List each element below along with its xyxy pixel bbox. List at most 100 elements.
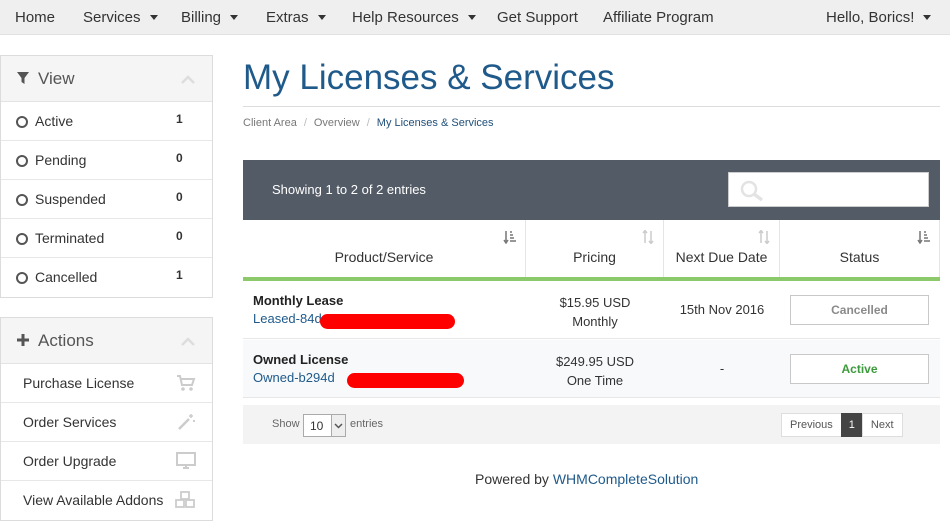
nav-help-label: Help Resources	[352, 9, 459, 26]
view-filter-active[interactable]: Active 1	[1, 102, 212, 141]
length-entries-label: entries	[350, 418, 384, 430]
filter-count: 0	[176, 151, 183, 165]
filter-label: Active	[35, 113, 74, 129]
caret-down-icon	[149, 14, 158, 20]
pagination-previous[interactable]: Previous	[781, 413, 842, 437]
pagination: Previous 1 Next	[781, 413, 903, 437]
product-cell: Owned License Owned-b294d	[253, 352, 348, 385]
breadcrumb-separator: /	[303, 117, 307, 129]
filter-label: Suspended	[35, 191, 106, 207]
radio-icon	[16, 116, 28, 128]
nav-extras-label: Extras	[266, 9, 309, 26]
column-label: Pricing	[573, 249, 616, 265]
action-purchase-license[interactable]: Purchase License	[1, 364, 212, 403]
filter-count: 1	[176, 268, 183, 282]
table-search-input[interactable]	[728, 172, 929, 207]
column-label: Product/Service	[334, 249, 434, 265]
powered-by-footer: Powered by WHMCompleteSolution	[0, 471, 950, 487]
nav-affiliate-program[interactable]: Affiliate Program	[603, 0, 714, 35]
chevron-up-icon[interactable]	[180, 334, 196, 350]
nav-help-resources[interactable]: Help Resources	[352, 0, 476, 35]
cart-icon	[176, 374, 196, 395]
radio-icon	[16, 194, 28, 206]
column-next-due-date[interactable]: Next Due Date	[664, 220, 780, 277]
pricing-cell: $249.95 USD One Time	[526, 352, 664, 390]
breadcrumb-separator: /	[366, 117, 370, 129]
redaction-mark	[347, 373, 464, 388]
product-domain-link[interactable]: Owned-b294d	[253, 370, 348, 385]
status-badge[interactable]: Cancelled	[790, 295, 929, 325]
powered-by-link[interactable]: WHMCompleteSolution	[553, 471, 699, 487]
nav-billing[interactable]: Billing	[181, 0, 239, 35]
view-filter-panel: View Active 1 Pending 0 Suspended 0 Term…	[0, 55, 213, 298]
nav-services-label: Services	[83, 9, 141, 26]
actions-panel: Actions Purchase License Order Services …	[0, 317, 213, 521]
nav-home[interactable]: Home	[15, 0, 55, 35]
filter-count: 0	[176, 229, 183, 243]
column-product-service[interactable]: Product/Service	[243, 220, 526, 277]
next-due-date: -	[719, 361, 725, 376]
column-label: Status	[839, 249, 880, 265]
actions-panel-header[interactable]: Actions	[1, 318, 212, 364]
caret-down-icon	[923, 14, 932, 20]
title-divider	[243, 106, 940, 107]
column-label: Next Due Date	[675, 249, 768, 265]
view-filter-cancelled[interactable]: Cancelled 1	[1, 258, 212, 297]
table-row[interactable]: Monthly Lease Leased-84d $15.95 USD Mont…	[243, 281, 940, 339]
plus-icon	[16, 333, 30, 350]
action-order-services[interactable]: Order Services	[1, 403, 212, 442]
billing-cycle: One Time	[566, 373, 624, 388]
caret-down-icon	[467, 14, 476, 20]
powered-by-label: Powered by	[475, 471, 549, 487]
column-pricing[interactable]: Pricing	[526, 220, 664, 277]
product-name: Owned License	[253, 352, 349, 367]
nav-user-label: Hello, Borics!	[826, 9, 915, 26]
view-filter-suspended[interactable]: Suspended 0	[1, 180, 212, 219]
chevron-up-icon[interactable]	[180, 72, 196, 88]
breadcrumb: Client Area / Overview / My Licenses & Servi…	[243, 117, 494, 129]
table-footer: Show 10 entries Previous 1 Next	[243, 405, 940, 444]
price-amount: $249.95 USD	[555, 354, 635, 369]
filter-icon	[16, 71, 30, 88]
search-icon	[739, 180, 765, 205]
billing-cycle: Monthly	[572, 314, 618, 329]
filter-count: 1	[176, 112, 183, 126]
nav-support-label: Get Support	[497, 9, 578, 26]
breadcrumb-client-area[interactable]: Client Area	[243, 117, 297, 129]
pagination-next[interactable]: Next	[861, 413, 903, 437]
cubes-icon	[174, 491, 196, 512]
nav-billing-label: Billing	[181, 9, 222, 26]
length-show-label: Show	[272, 418, 300, 430]
filter-label: Cancelled	[35, 269, 98, 285]
nav-user-menu[interactable]: Hello, Borics!	[826, 0, 932, 35]
sort-active-icon	[503, 230, 517, 247]
actions-panel-title: Actions	[38, 331, 94, 350]
radio-icon	[16, 155, 28, 167]
column-status[interactable]: Status	[780, 220, 940, 277]
chevron-down-icon	[331, 415, 345, 436]
caret-down-icon	[317, 14, 326, 20]
filter-label: Pending	[35, 152, 87, 168]
pagination-page-current[interactable]: 1	[840, 413, 863, 437]
nav-get-support[interactable]: Get Support	[497, 0, 578, 35]
radio-icon	[16, 233, 28, 245]
nav-home-label: Home	[15, 9, 56, 26]
view-panel-title: View	[38, 69, 75, 88]
nav-affiliate-label: Affiliate Program	[603, 9, 714, 26]
table-row[interactable]: Owned License Owned-b294d $249.95 USD On…	[243, 340, 940, 398]
sort-icon	[757, 229, 771, 247]
top-navbar: Home Services Billing Extras Help Resour…	[0, 0, 950, 35]
view-filter-pending[interactable]: Pending 0	[1, 141, 212, 180]
action-label: Order Services	[23, 414, 117, 430]
radio-icon	[16, 272, 28, 284]
status-badge[interactable]: Active	[790, 354, 929, 384]
breadcrumb-overview[interactable]: Overview	[314, 117, 360, 129]
nav-extras[interactable]: Extras	[266, 0, 326, 35]
view-panel-header[interactable]: View	[1, 56, 212, 102]
table-info: Showing 1 to 2 of 2 entries	[272, 182, 426, 197]
page-title: My Licenses & Services	[243, 58, 615, 97]
nav-services[interactable]: Services	[83, 0, 158, 35]
caret-down-icon	[230, 14, 239, 20]
entries-per-page-select[interactable]: 10	[303, 414, 346, 437]
view-filter-terminated[interactable]: Terminated 0	[1, 219, 212, 258]
